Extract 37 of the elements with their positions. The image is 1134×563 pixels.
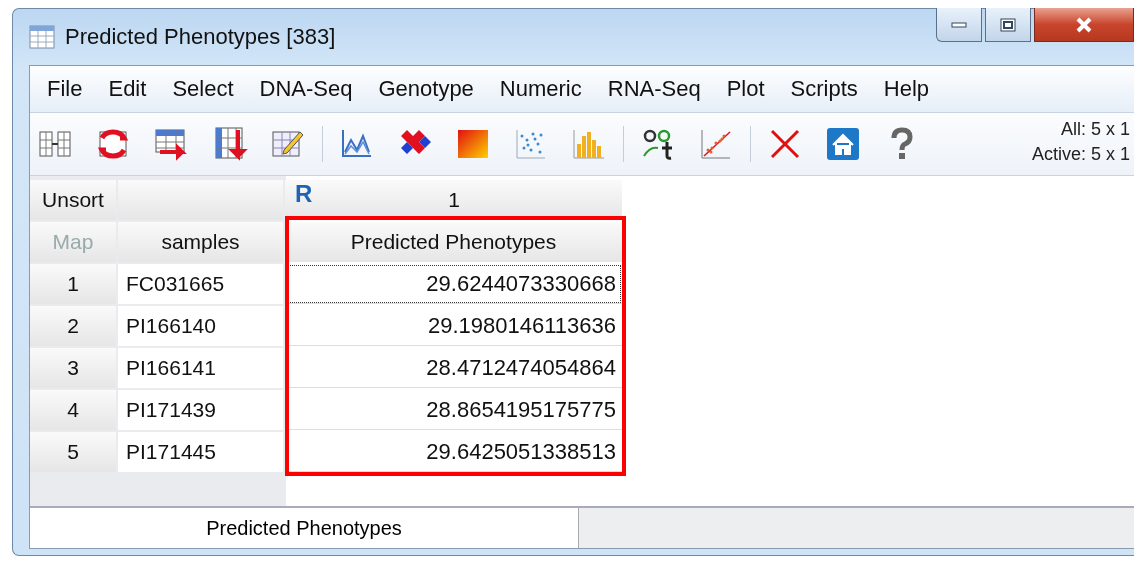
menu-item[interactable]: Plot xyxy=(715,72,776,106)
window-title: Predicted Phenotypes [383] xyxy=(65,24,336,50)
count-label: All: 5 x 1 xyxy=(1059,118,1130,141)
close-icon xyxy=(1075,16,1093,33)
menu-item[interactable]: Help xyxy=(872,72,941,106)
count-label: Active: 5 x 1 xyxy=(1031,143,1130,166)
menu-item[interactable]: RNA-Seq xyxy=(596,72,712,106)
table-icon xyxy=(29,25,55,49)
home-icon[interactable] xyxy=(825,126,861,162)
column-type-label: R xyxy=(294,180,313,208)
table-cell: PI166141 xyxy=(118,348,283,388)
columns-arrow-icon[interactable] xyxy=(212,126,248,162)
row-number: 1 xyxy=(30,264,116,304)
row-number: 5 xyxy=(30,432,116,472)
menu-item[interactable]: File xyxy=(36,72,94,106)
menu-item[interactable]: Scripts xyxy=(779,72,869,106)
table-cell: FC031665 xyxy=(118,264,283,304)
menu-item[interactable]: DNA-Seq xyxy=(248,72,364,106)
row-number: 2 xyxy=(30,306,116,346)
column-header: samples xyxy=(118,222,283,262)
column-number: 1 xyxy=(447,188,461,212)
minimize-button[interactable] xyxy=(936,8,982,42)
unsort-button[interactable]: Unsort xyxy=(30,180,116,220)
menu-item[interactable]: Select xyxy=(161,72,245,106)
sheet-tab[interactable]: Predicted Phenotypes xyxy=(30,508,579,548)
menu-item[interactable]: Genotype xyxy=(367,72,485,106)
maximize-button[interactable] xyxy=(985,8,1031,42)
menu-item[interactable]: Numeric xyxy=(488,72,593,106)
table-cell: PI171439 xyxy=(118,390,283,430)
table-cell: PI166140 xyxy=(118,306,283,346)
table-cell: PI171445 xyxy=(118,432,283,472)
menu-item[interactable]: Edit xyxy=(97,72,158,106)
minimize-icon xyxy=(951,21,967,28)
maximize-icon xyxy=(1000,17,1016,32)
close-button[interactable] xyxy=(1034,8,1134,42)
row-number: 4 xyxy=(30,390,116,430)
row-number: 3 xyxy=(30,348,116,388)
